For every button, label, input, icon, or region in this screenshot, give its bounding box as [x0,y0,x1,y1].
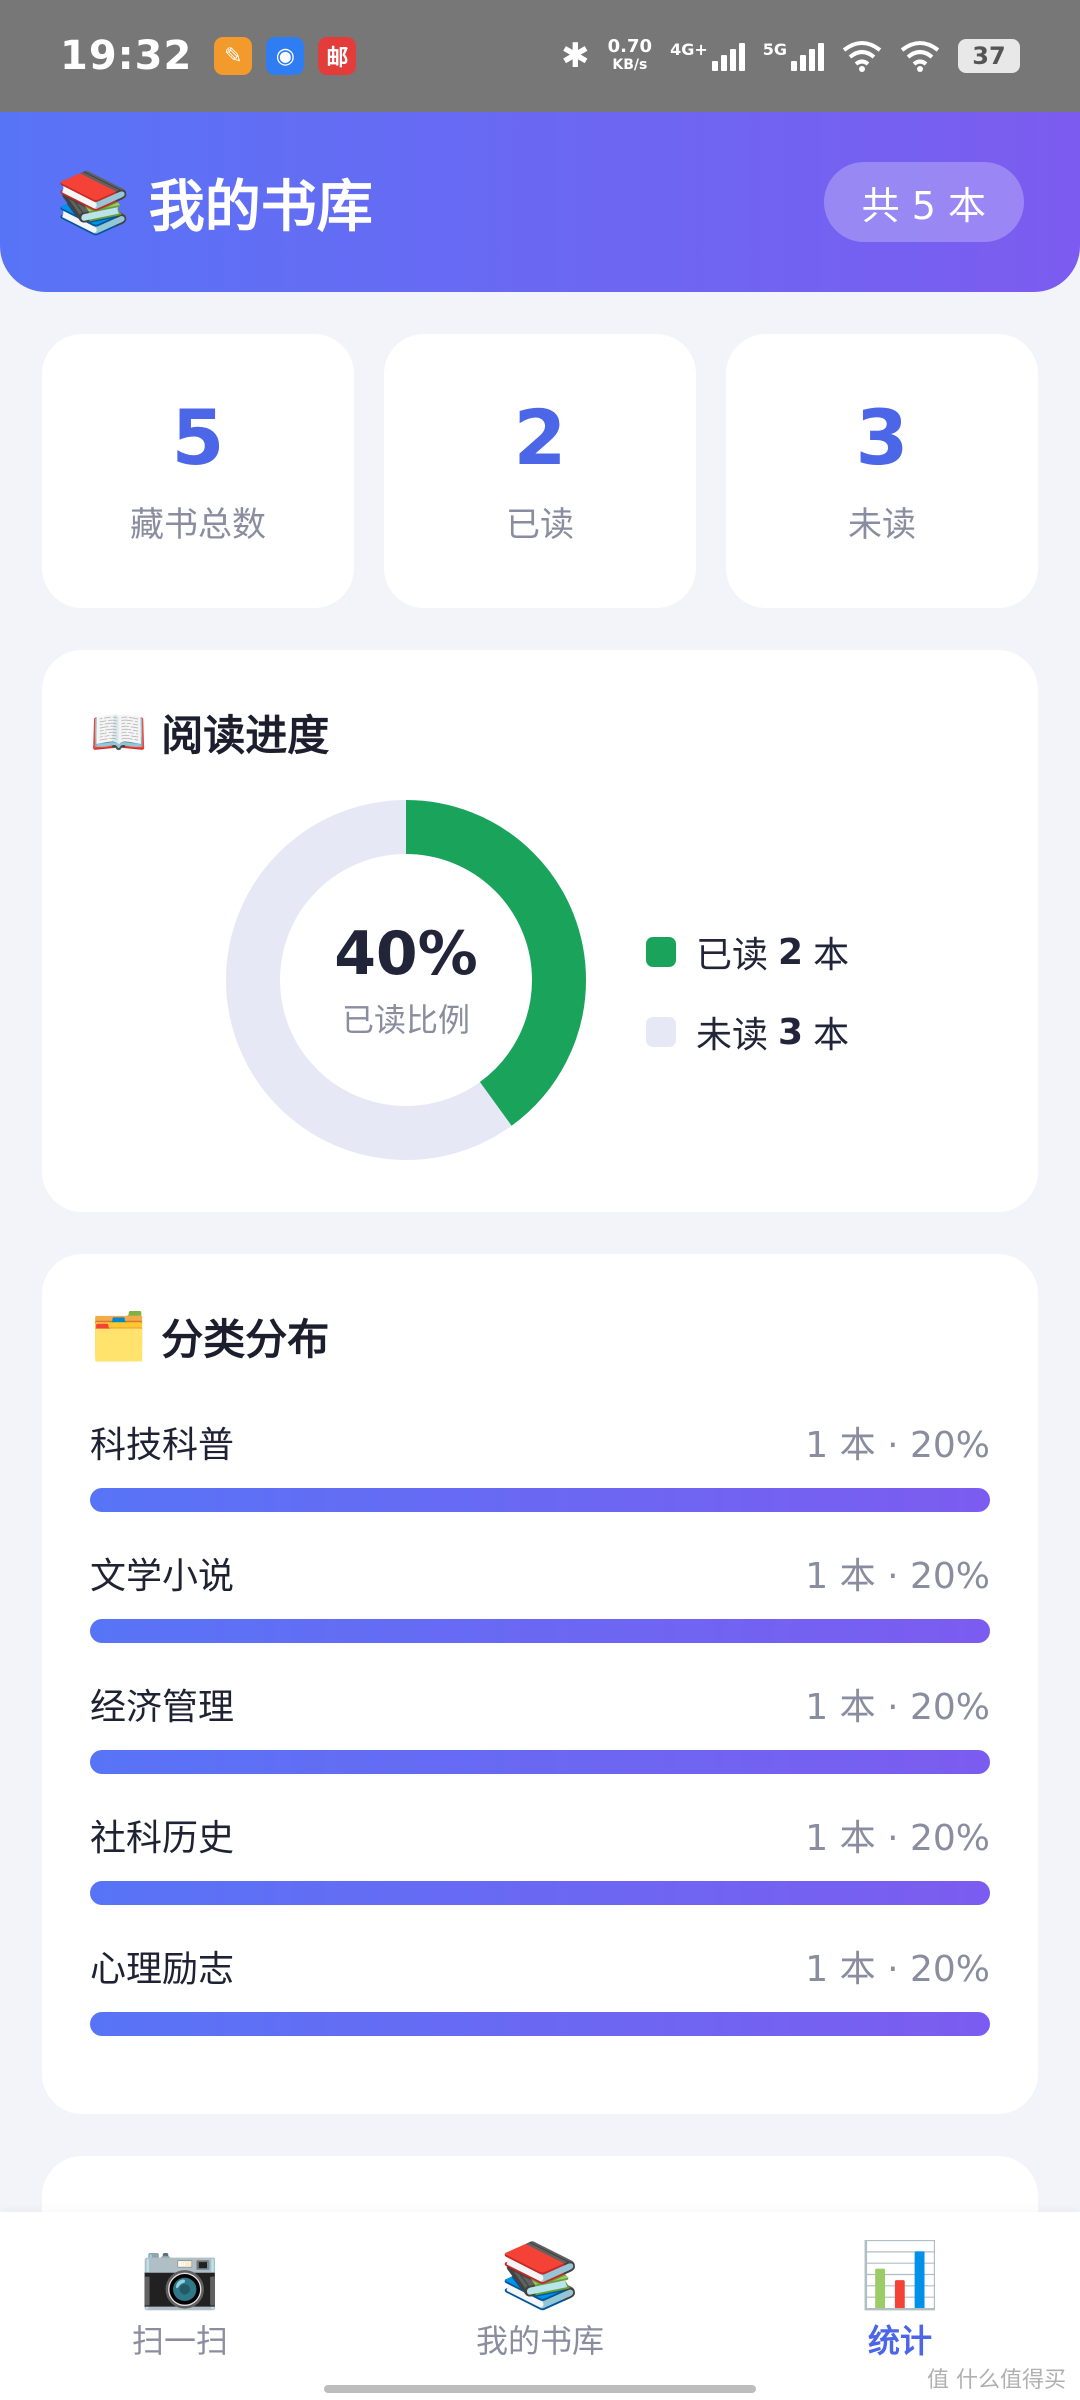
legend-count: 3 [778,1011,804,1053]
legend-count: 2 [778,931,804,973]
legend-label: 已读 [696,935,769,976]
category-bar-fill [90,1881,990,1905]
watermark: 值 什么值得买 [927,2368,1066,2393]
category-bar-fill [90,2012,990,2036]
reading-progress-card: 📖 阅读进度 40% 已读比例 已读 2 本 未读 3 本 [42,650,1038,1212]
category-name: 文学小说 [90,1556,235,1597]
card-title-text: 阅读进度 [161,711,330,760]
legend-item-unread: 未读 3 本 [646,992,849,1072]
page-title: 我的书库 [148,174,373,240]
network-speed-unit: KB/s [612,57,648,73]
stat-value: 5 [171,392,225,482]
sim2-signal: 5G [763,41,824,71]
category-name: 经济管理 [90,1687,235,1728]
book-count-badge: 共 5 本 [823,162,1024,242]
status-app-icons: ✎ ◉ 邮 [214,37,357,75]
category-stat: 1 本 · 20% [805,1949,990,1990]
category-name: 科技科普 [90,1425,235,1466]
category-bar-fill [90,1750,990,1774]
category-row: 文学小说 1 本 · 20% [90,1547,990,1678]
status-time: 19:32 [60,33,193,79]
wifi-icon [842,41,882,72]
nav-item-stats[interactable]: 📊 统计 [750,2238,1050,2368]
stat-value: 2 [513,392,567,482]
category-bar-track [90,2012,990,2036]
sim1-type: 4G+ [670,40,708,59]
bar-chart-icon: 📊 [860,2239,940,2313]
legend-unit: 本 [813,1015,850,1056]
category-bar-fill [90,1488,990,1512]
progress-donut: 40% 已读比例 [226,800,586,1160]
books-icon: 📚 [56,167,131,238]
folder-icon: 🗂️ [90,1309,148,1363]
legend-dot-read [646,937,676,967]
category-bar-fill [90,1619,990,1643]
nav-item-scan[interactable]: 📷 扫一扫 [30,2238,330,2368]
card-title-text: 分类分布 [161,1315,330,1364]
wifi-icon [900,41,940,72]
signal-bars-icon [791,41,824,71]
bottom-nav: 📷 扫一扫 📚 我的书库 📊 统计 [0,2212,1080,2400]
battery-icon: 37 [958,39,1020,73]
status-indicators: ✱ 0.70 KB/s 4G+ 5G 37 [561,36,1020,76]
stat-card-read: 2 已读 [384,334,696,608]
app-icon-orange: ✎ [214,37,253,75]
legend-dot-unread [646,1017,676,1047]
donut-center: 40% 已读比例 [226,800,586,1160]
books-icon: 📚 [500,2239,580,2313]
category-row: 经济管理 1 本 · 20% [90,1678,990,1809]
read-percent: 40% [334,919,478,989]
stat-card-total: 5 藏书总数 [42,334,354,608]
sim2-type: 5G [762,40,787,59]
progress-legend: 已读 2 本 未读 3 本 [646,912,849,1072]
stat-label: 未读 [848,505,916,546]
category-stat: 1 本 · 20% [805,1556,990,1597]
nav-label: 统计 [867,2322,932,2360]
nav-item-library[interactable]: 📚 我的书库 [390,2238,690,2368]
camera-icon: 📷 [140,2239,220,2313]
legend-item-read: 已读 2 本 [646,912,849,992]
network-speed-value: 0.70 [607,36,653,57]
nav-label: 我的书库 [475,2322,604,2360]
home-indicator[interactable] [324,2385,756,2393]
stat-label: 藏书总数 [130,505,266,546]
app-header: 📚 我的书库 共 5 本 [0,112,1080,292]
category-row: 科技科普 1 本 · 20% [90,1416,990,1547]
category-distribution-card: 🗂️ 分类分布 科技科普 1 本 · 20% 文学小说 1 本 · 20% 经济… [42,1254,1038,2114]
category-stat: 1 本 · 20% [805,1818,990,1859]
app-icon-red: 邮 [318,37,357,75]
category-title: 🗂️ 分类分布 [90,1306,329,1367]
category-name: 社科历史 [90,1818,235,1859]
reading-progress-title: 📖 阅读进度 [90,702,329,763]
nav-label: 扫一扫 [131,2322,228,2360]
status-bar: 19:32 ✎ ◉ 邮 ✱ 0.70 KB/s 4G+ 5G 37 [0,0,1080,112]
category-bar-track [90,1619,990,1643]
category-stat: 1 本 · 20% [805,1687,990,1728]
category-row: 社科历史 1 本 · 20% [90,1809,990,1940]
category-stat: 1 本 · 20% [805,1425,990,1466]
open-book-icon: 📖 [90,705,148,759]
read-percent-label: 已读比例 [341,1001,470,1039]
legend-label: 未读 [696,1015,769,1056]
category-row: 心理励志 1 本 · 20% [90,1940,990,2071]
sim1-signal: 4G+ [670,41,745,71]
network-speed: 0.70 KB/s [608,38,652,74]
stat-card-unread: 3 未读 [726,334,1038,608]
category-bar-track [90,1881,990,1905]
stat-label: 已读 [506,505,574,546]
category-bar-track [90,1750,990,1774]
category-bar-track [90,1488,990,1512]
app-icon-blue: ◉ [266,37,305,75]
stat-value: 3 [855,392,909,482]
category-name: 心理励志 [90,1949,235,1990]
signal-bars-icon [711,41,745,71]
legend-unit: 本 [813,935,850,976]
bluetooth-icon: ✱ [561,36,590,76]
